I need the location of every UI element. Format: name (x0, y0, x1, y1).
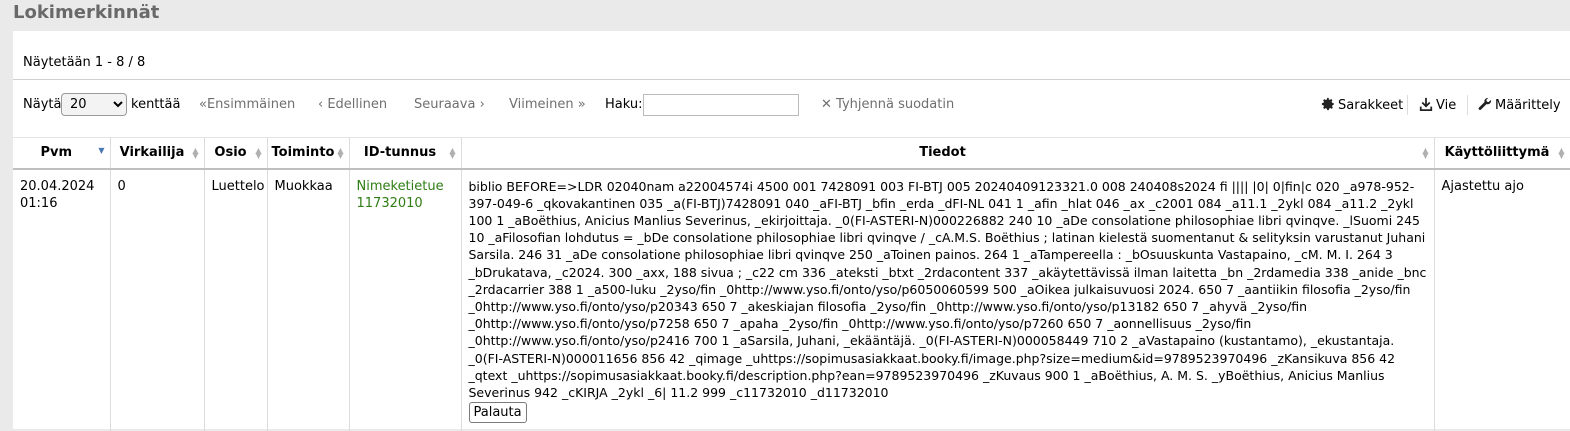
toolbar-divider (1407, 95, 1408, 115)
previous-page-label: Edellinen (327, 97, 388, 112)
column-header-object[interactable]: ID-tunnus ▲ ▼ (349, 137, 462, 170)
columns-label: Sarakkeet (1338, 98, 1404, 113)
configure-button[interactable]: Määrittely (1478, 97, 1561, 113)
column-label: Osio (214, 145, 247, 161)
configure-label: Määrittely (1495, 98, 1561, 113)
sort-icon: ▲ ▼ (337, 146, 344, 160)
clear-filter-button[interactable]: ✕ Tyhjennä suodatin (821, 97, 954, 112)
date-text: 20.04.2024 (20, 178, 95, 194)
clear-filter-label: Tyhjennä suodatin (836, 97, 955, 112)
column-header-module[interactable]: Osio ▲ ▼ (204, 137, 268, 170)
cell-info: biblio BEFORE=>LDR 02040nam a22004574i 4… (461, 168, 1435, 431)
export-label: Vie (1436, 98, 1457, 113)
chevron-left-icon: ‹ (318, 97, 328, 112)
divider (13, 79, 1570, 80)
columns-button[interactable]: Sarakkeet (1321, 97, 1403, 113)
first-page-label: Ensimmäinen (206, 97, 296, 112)
table-header-row: Pvm ▼ Virkailija ▲ ▼ Osio ▲ ▼ Toiminto ▲ ▼ ID-t… (13, 137, 1570, 170)
cell-action: Muokkaa (267, 168, 350, 431)
table-toolbar: Näytä 20 kenttää «Ensimmäinen ‹ Edelline… (13, 93, 1570, 117)
column-label: ID-tunnus (363, 145, 437, 161)
table-row: 20.04.2024 01:16 0 Luettelo Muokkaa Nimek… (13, 168, 1570, 431)
last-page-label: Viimeinen (509, 97, 574, 112)
column-header-action[interactable]: Toiminto ▲ ▼ (267, 137, 350, 170)
sort-icon: ▲ ▼ (1558, 146, 1565, 160)
last-page-link[interactable]: Viimeinen » (509, 97, 586, 112)
cell-interface: Ajastettu ajo (1434, 168, 1570, 431)
show-label: Näytä (23, 97, 62, 112)
sort-icon: ▲ ▼ (1422, 146, 1429, 160)
column-label: Virkailija (119, 145, 185, 161)
object-type-link[interactable]: Nimeketietue (357, 179, 444, 194)
gear-icon (1321, 97, 1334, 111)
time-text: 01:16 (20, 195, 58, 211)
column-header-interface[interactable]: Käyttöliittymä ▲ ▼ (1434, 137, 1570, 170)
column-header-date[interactable]: Pvm ▼ (13, 137, 111, 170)
column-header-librarian[interactable]: Virkailija ▲ ▼ (110, 137, 205, 170)
restore-button[interactable]: Palauta (468, 402, 527, 424)
next-page-link[interactable]: Seuraava › (414, 97, 485, 112)
column-header-info[interactable]: Tiedot ▲ ▼ (461, 137, 1435, 170)
double-chevron-left-icon: « (199, 97, 207, 112)
export-button[interactable]: Vie (1419, 97, 1456, 113)
table-info: Näytetään 1 - 8 / 8 (23, 55, 146, 70)
previous-page-link[interactable]: ‹ Edellinen (318, 97, 387, 112)
sort-desc-icon: ▼ (98, 146, 105, 155)
sort-icon: ▲ ▼ (255, 146, 262, 160)
column-label: Käyttöliittymä (1444, 145, 1550, 161)
search-input[interactable] (643, 94, 799, 116)
download-icon (1419, 97, 1433, 111)
close-icon: ✕ (821, 97, 837, 112)
toolbar-divider (1467, 95, 1468, 115)
column-label: Tiedot (919, 145, 966, 161)
cell-date: 20.04.2024 01:16 (13, 168, 111, 431)
page-title: Lokimerkinnät (13, 2, 160, 23)
chevron-right-icon: › (475, 97, 485, 112)
wrench-icon (1478, 97, 1492, 110)
cell-module: Luettelo (204, 168, 268, 431)
column-label: Toiminto (271, 145, 335, 161)
log-table: Pvm ▼ Virkailija ▲ ▼ Osio ▲ ▼ Toiminto ▲ ▼ ID-t… (13, 137, 1570, 431)
double-chevron-right-icon: » (573, 97, 586, 112)
next-page-label: Seuraava (414, 97, 476, 112)
object-id-link[interactable]: 11732010 (357, 196, 423, 211)
first-page-link[interactable]: «Ensimmäinen (199, 97, 295, 112)
search-label: Haku: (605, 97, 643, 112)
page-length-select[interactable]: 20 (61, 93, 127, 116)
info-text: biblio BEFORE=>LDR 02040nam a22004574i 4… (468, 178, 1427, 400)
cell-object: Nimeketietue 11732010 (349, 168, 462, 431)
sort-icon: ▲ ▼ (449, 146, 456, 160)
sort-icon: ▲ ▼ (192, 146, 199, 160)
entries-label: kenttää (131, 97, 181, 112)
column-label: Pvm (40, 145, 73, 161)
log-panel: Näytetään 1 - 8 / 8 Näytä 20 kenttää «En… (13, 31, 1570, 431)
cell-librarian: 0 (110, 168, 205, 431)
